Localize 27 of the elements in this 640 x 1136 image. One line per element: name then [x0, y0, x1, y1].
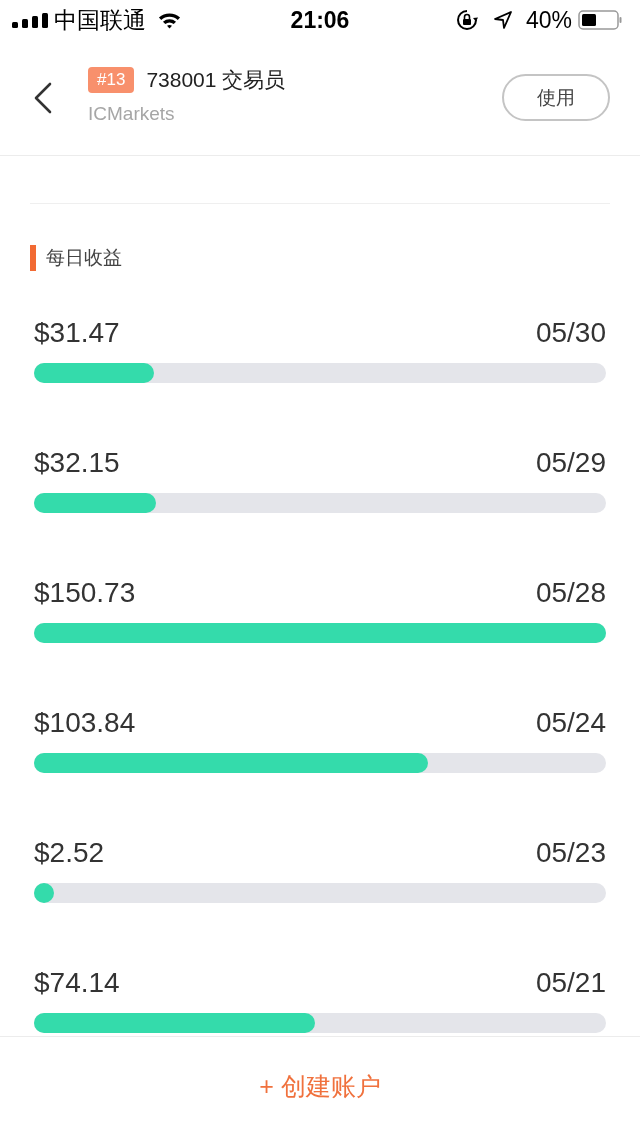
earning-amount: $32.15: [34, 446, 120, 480]
earning-date: 05/28: [535, 576, 606, 610]
section-marker-icon: [30, 245, 36, 271]
earning-date: 05/29: [535, 446, 606, 480]
earning-amount: $150.73: [34, 576, 136, 610]
earning-date: 05/23: [535, 836, 606, 870]
status-time: 21:06: [290, 6, 350, 34]
carrier-name: 中国联通: [54, 6, 146, 34]
wifi-icon: [158, 11, 181, 29]
broker-name: ICMarkets: [88, 101, 175, 126]
battery-percent: 40%: [525, 6, 572, 34]
section-title: 每日收益: [46, 246, 122, 270]
battery-icon: [578, 10, 622, 30]
signal-icon: [12, 12, 48, 28]
earning-amount: $74.14: [34, 966, 120, 1000]
earning-date: 05/30: [535, 316, 606, 350]
location-arrow-icon: [493, 11, 512, 29]
earning-date: 05/24: [535, 706, 606, 740]
earning-date: 05/21: [535, 966, 606, 1000]
account-title: 738001 交易员: [146, 66, 286, 93]
rank-badge: #13: [88, 66, 135, 93]
earning-amount: $31.47: [34, 316, 120, 350]
use-button[interactable]: 使用: [502, 74, 610, 121]
orientation-lock-icon: [455, 9, 478, 31]
earning-amount: $2.52: [34, 836, 105, 870]
back-icon[interactable]: [34, 81, 52, 114]
earning-amount: $103.84: [34, 706, 136, 740]
